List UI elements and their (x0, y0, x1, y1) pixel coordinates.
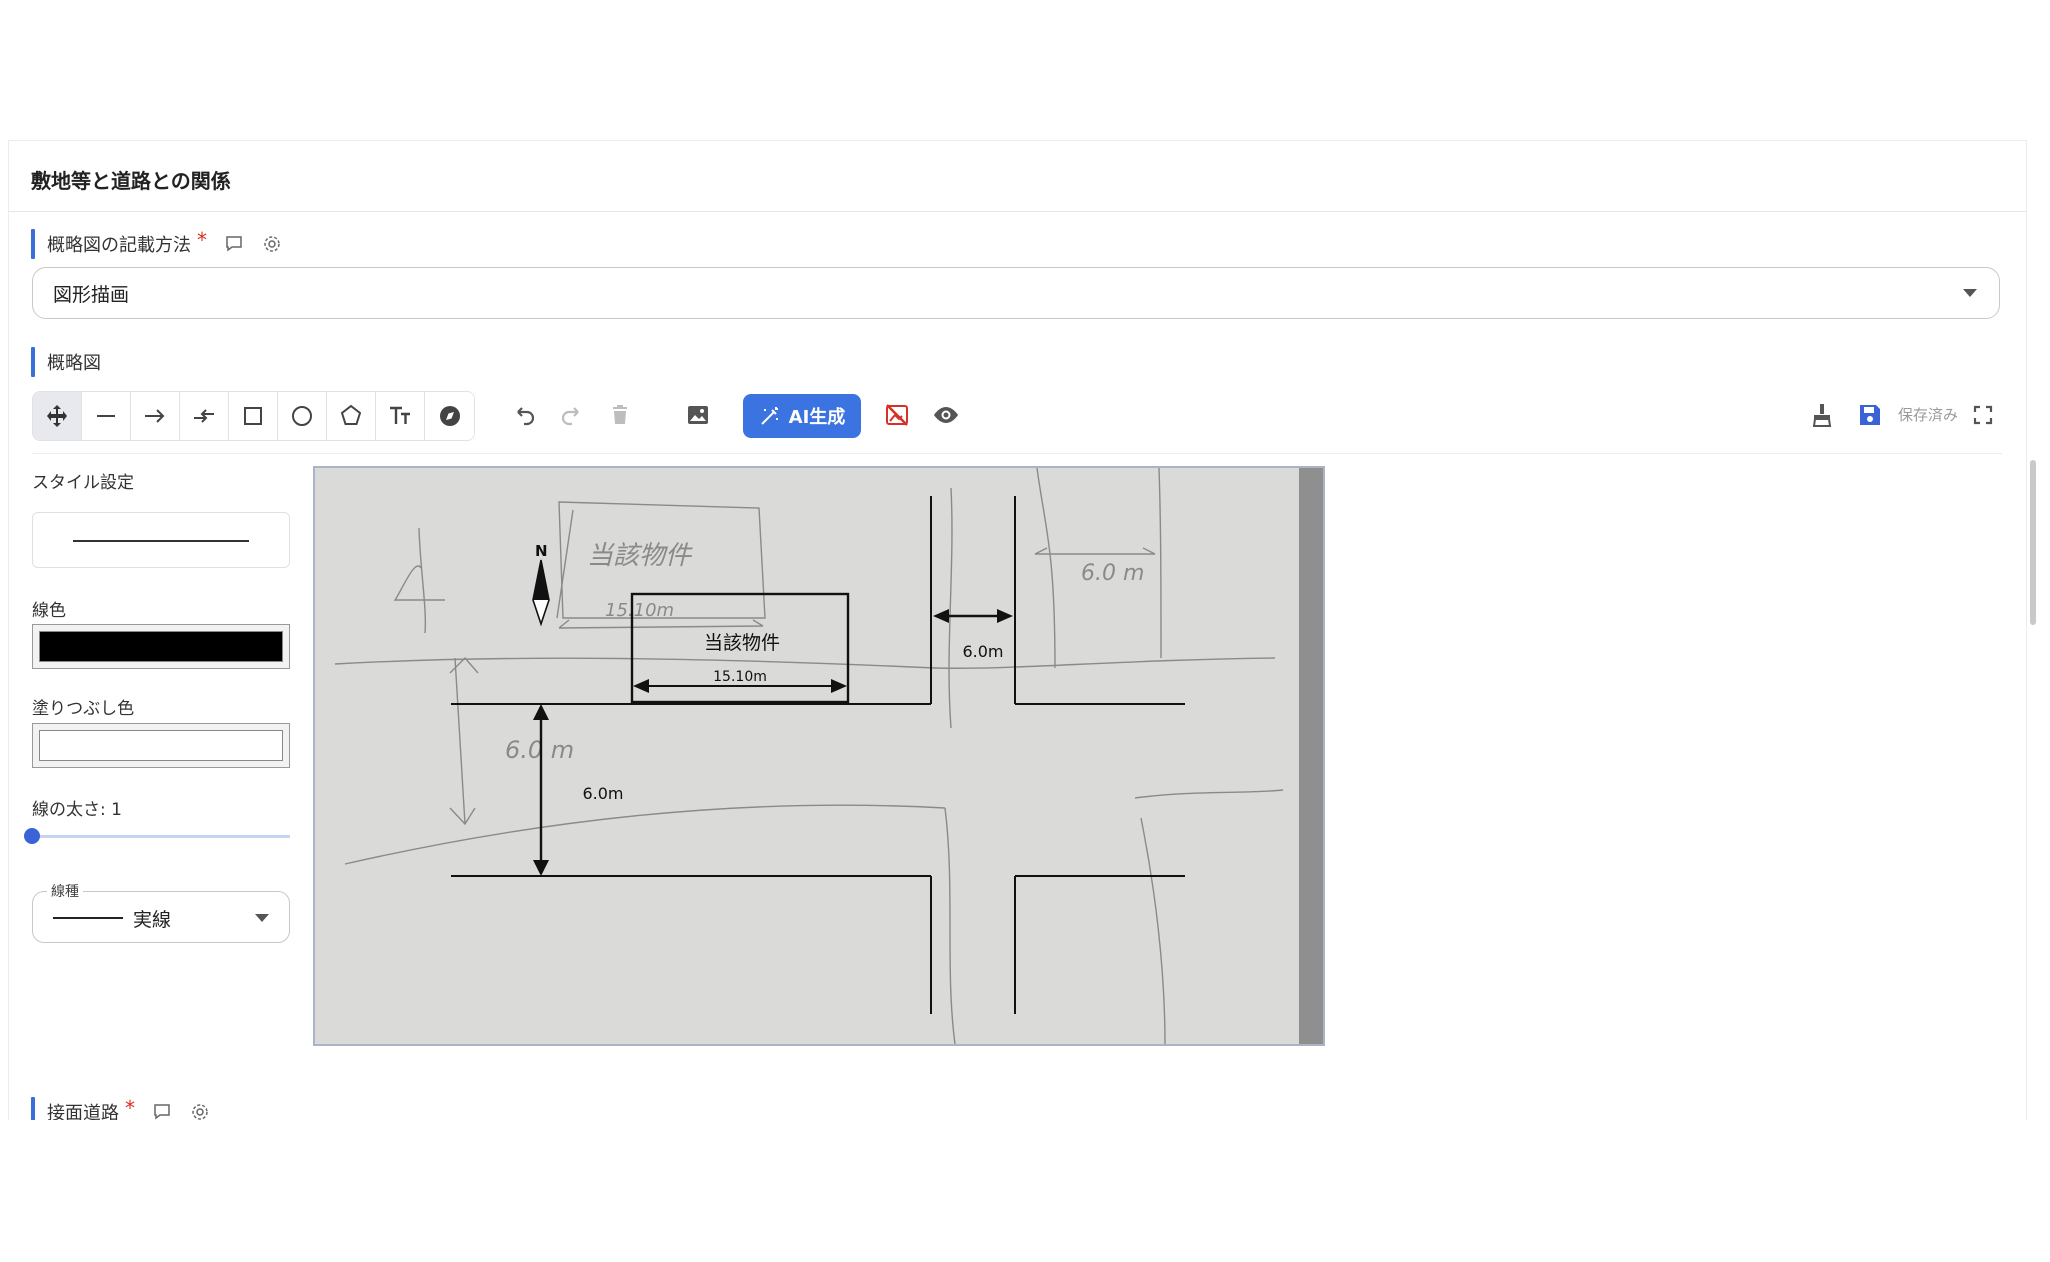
line-width-slider-track[interactable] (38, 835, 290, 838)
canvas-drawing: 当該物件 15.10m 6.0 m 6.0 m N 当該物件 15.10m 6.… (315, 468, 1323, 1044)
drawing-toolbar: AI生成 保存済み (32, 391, 2002, 441)
width-label: 15.10m (713, 669, 767, 685)
bottom-blank-area (0, 1120, 2050, 1262)
ai-generate-label: AI生成 (788, 407, 846, 428)
line-color-label: 線色 (32, 601, 66, 621)
method-label: 概略図の記載方法 * (31, 228, 283, 259)
line-color-swatch (39, 631, 283, 662)
text-icon[interactable] (376, 392, 425, 440)
hw-road-right-text: 6.0 m (1081, 561, 1144, 586)
clear-brush-icon[interactable] (1800, 391, 1844, 439)
redo-icon[interactable] (550, 391, 594, 439)
line-type-sample (53, 917, 123, 919)
north-label: N (535, 542, 548, 560)
method-select-value: 図形描画 (53, 283, 130, 306)
saved-status-text: 保存済み (1897, 406, 1958, 424)
polygon-icon[interactable] (327, 392, 376, 440)
section-divider (9, 211, 2026, 212)
method-label-text: 概略図の記載方法 (47, 235, 191, 256)
save-floppy-icon[interactable] (1848, 391, 1892, 439)
required-mark: * (125, 1096, 135, 1120)
hw-width-text: 15.10m (605, 600, 674, 621)
hw-property-text: 当該物件 (587, 541, 693, 571)
line-width-slider-thumb[interactable] (24, 828, 40, 844)
fill-color-picker[interactable] (32, 723, 290, 768)
chevron-down-icon (1963, 289, 1977, 297)
line-type-legend: 線種 (47, 881, 83, 901)
hw-road-bottom-text: 6.0 m (505, 736, 574, 764)
label-accent-bar (31, 347, 35, 377)
line-icon[interactable] (82, 392, 131, 440)
line-color-picker[interactable] (32, 624, 290, 669)
label-accent-bar (31, 229, 35, 259)
method-select[interactable]: 図形描画 (32, 267, 2000, 319)
fill-color-swatch (39, 730, 283, 761)
compass-icon[interactable] (425, 392, 474, 440)
side-road-width-label: 6.0m (962, 642, 1003, 661)
shape-tool-group (32, 391, 475, 441)
arrow-icon[interactable] (131, 392, 180, 440)
fill-color-label: 塗りつぶし色 (32, 699, 135, 719)
comment-icon[interactable] (223, 233, 245, 255)
line-type-select[interactable]: 線種 実線 (32, 881, 290, 943)
photo-edge (1299, 468, 1323, 1044)
line-width-label: 線の太さ: 1 (32, 800, 122, 820)
hide-background-icon[interactable] (875, 391, 919, 439)
rectangle-icon[interactable] (229, 392, 278, 440)
settings-gear-icon[interactable] (261, 233, 283, 255)
magic-wand-icon (760, 407, 778, 425)
line-style-preview (32, 512, 290, 568)
drawing-canvas[interactable]: 当該物件 15.10m 6.0 m 6.0 m N 当該物件 15.10m 6.… (313, 466, 1325, 1046)
delete-trash-icon[interactable] (598, 391, 642, 439)
move-icon[interactable] (33, 392, 82, 440)
toolbar-divider (32, 453, 2002, 454)
circle-icon[interactable] (278, 392, 327, 440)
style-settings-title: スタイル設定 (32, 473, 134, 493)
property-label: 当該物件 (704, 632, 780, 654)
page-scrollbar[interactable] (2030, 460, 2036, 625)
preview-eye-icon[interactable] (924, 391, 968, 439)
insert-image-icon[interactable] (676, 391, 720, 439)
diagram-label: 概略図 (31, 347, 101, 377)
line-type-value: 実線 (133, 909, 172, 931)
section-title: 敷地等と道路との関係 (31, 169, 231, 193)
double-arrow-icon[interactable] (180, 392, 229, 440)
diagram-label-text: 概略図 (47, 353, 101, 374)
chevron-down-icon (255, 914, 269, 922)
road-width-label: 6.0m (582, 784, 623, 803)
ai-generate-button[interactable]: AI生成 (743, 394, 861, 438)
undo-icon[interactable] (502, 391, 546, 439)
fullscreen-icon[interactable] (1961, 391, 2005, 439)
required-mark: * (197, 228, 207, 252)
